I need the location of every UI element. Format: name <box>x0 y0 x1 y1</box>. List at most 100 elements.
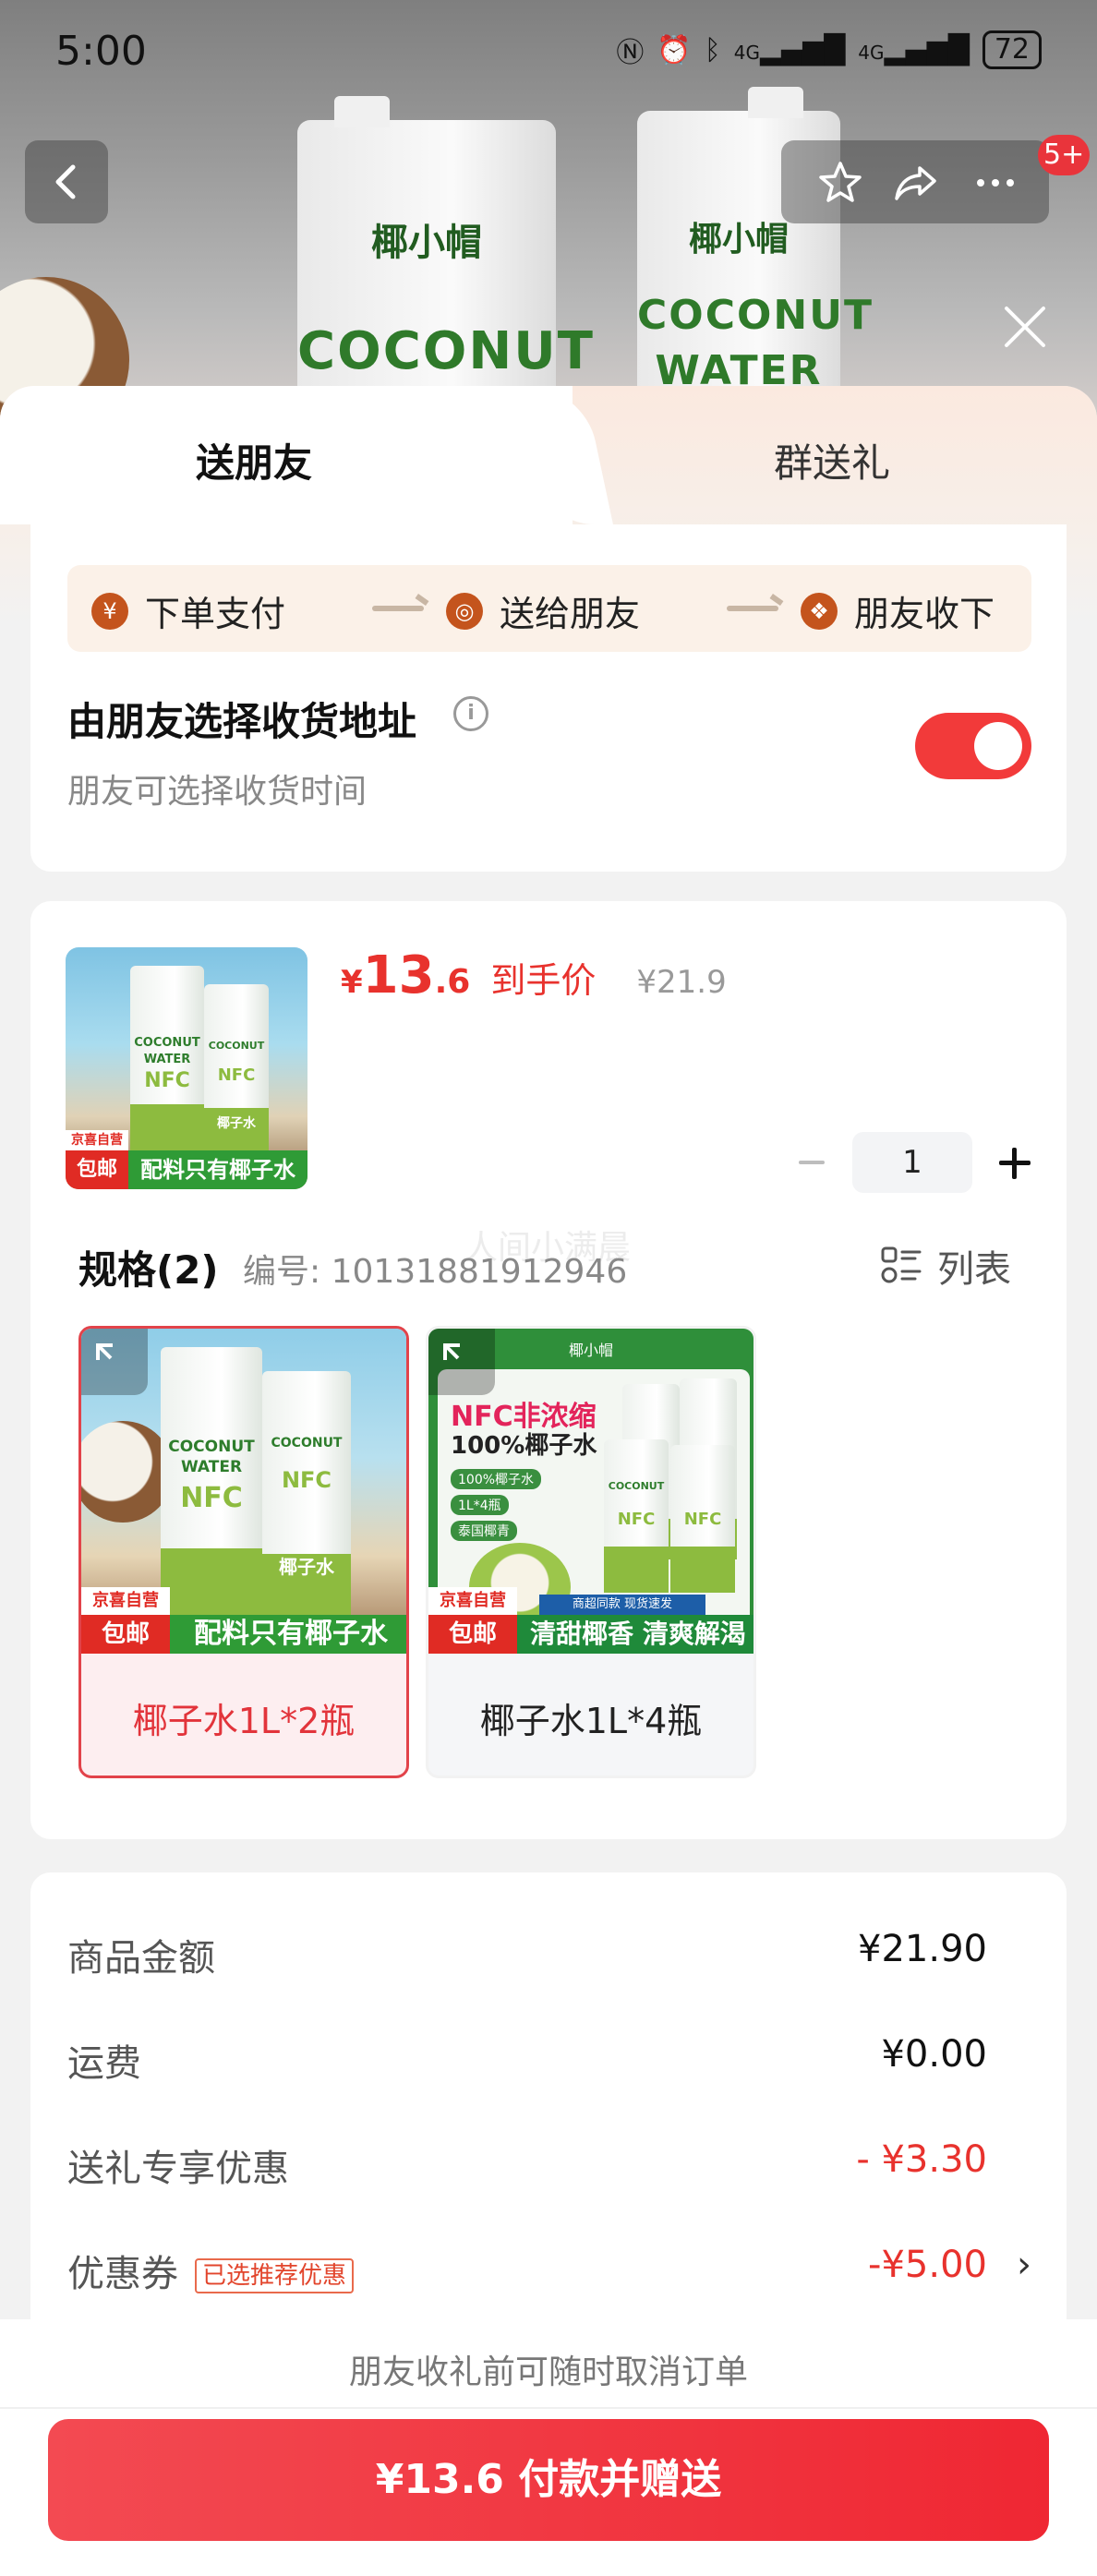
opt2-word-1: COCONUT <box>608 1480 665 1492</box>
opt2-carton-3: COCONUT NFC <box>604 1439 669 1593</box>
bluetooth-icon: ᛒ <box>704 33 721 66</box>
close-icon[interactable] <box>997 299 1053 355</box>
header-actions <box>781 140 1049 223</box>
thumb-word-2: WATER <box>143 1053 191 1066</box>
opt2-nfc: NFC <box>617 1510 656 1529</box>
opt1-word-1: COCONUT <box>168 1438 255 1456</box>
pay-and-gift-button[interactable]: ¥13.6 付款并赠送 <box>48 2419 1049 2541</box>
address-subtitle: 朋友可选择收货时间 <box>67 773 368 811</box>
opt2-feature-2: 1L*4瓶 <box>451 1495 509 1515</box>
price-decimal: .6 <box>434 963 471 1001</box>
subtotal-label: 商品金额 <box>67 1937 215 1980</box>
opt2-feature-3: 泰国椰青 <box>451 1521 517 1541</box>
wechat-icon: ◎ <box>446 592 483 630</box>
step-send: ◎ 送给朋友 <box>446 585 640 636</box>
price-summary-card: 商品金额 ¥21.90 运费 ¥0.00 送礼专享优惠 - ¥3.30 优惠券已… <box>30 1872 1067 2353</box>
backdrop-word: COCONUT <box>297 321 595 381</box>
divider <box>0 2407 1097 2409</box>
opt2-tag-top: 京喜自营 <box>428 1587 517 1615</box>
product-thumbnail[interactable]: COCONUT WATER NFC COCONUT NFC 椰子水 京喜自营 包… <box>66 947 307 1189</box>
price-row: ¥ 13 .6 到手价 ¥21.9 <box>341 945 727 1005</box>
opt2-headline-2: 100%椰子水 <box>451 1432 597 1460</box>
thumb-tag-top: 京喜自营 <box>66 1130 128 1150</box>
more-icon[interactable] <box>971 159 1019 207</box>
battery-indicator: 72 <box>982 30 1042 69</box>
back-button[interactable] <box>25 140 108 223</box>
price-label: 到手价 <box>490 960 597 1001</box>
expand-icon[interactable] <box>81 1329 148 1395</box>
shipping-label: 运费 <box>67 2042 141 2085</box>
coconut-shape-2 <box>81 1421 174 1523</box>
opt1-word-2: WATER <box>180 1458 243 1476</box>
option-label-2: 椰子水1L*4瓶 <box>479 1701 703 1741</box>
opt1-tag-top: 京喜自营 <box>81 1587 170 1615</box>
thumb-tag-bottom: 包邮 <box>66 1150 128 1189</box>
share-icon[interactable] <box>892 159 940 207</box>
spec-title: 规格(2) <box>78 1247 219 1293</box>
opt1-tag-bottom: 包邮 <box>81 1615 170 1654</box>
gift-discount-value: - ¥3.30 <box>856 2138 987 2181</box>
shipping-value: ¥0.00 <box>881 2033 987 2076</box>
quantity-value[interactable]: 1 <box>852 1132 972 1193</box>
status-time: 5:00 <box>55 28 147 75</box>
info-icon[interactable]: i <box>453 696 488 731</box>
message-badge: 5+ <box>1038 135 1091 175</box>
option-carton: COCONUT WATER NFC <box>161 1347 262 1615</box>
backdrop-brand: 椰小帽 <box>371 222 482 264</box>
alarm-icon: ⏰ <box>657 33 692 66</box>
gift-flow-card: ¥ 下单支付 ◎ 送给朋友 ❖ 朋友收下 由朋友选择收货地址 i 朋友可选择收货… <box>30 524 1067 872</box>
list-icon <box>881 1246 922 1283</box>
star-icon[interactable] <box>816 159 864 207</box>
signal-icon-2: 4G▂▄▆█ <box>858 33 970 66</box>
step-send-label: 送给朋友 <box>500 594 641 634</box>
spec-option-4-bottles[interactable]: 椰小帽 NFC非浓缩 100%椰子水 100%椰子水 1L*4瓶 泰国椰青 CO… <box>426 1326 756 1778</box>
address-title: 由朋友选择收货地址 <box>67 699 417 744</box>
option-carton-2: COCONUT NFC 椰子水 <box>262 1371 351 1615</box>
thumb-cn: 椰子水 <box>217 1116 256 1131</box>
tab-send-friend-label[interactable]: 送朋友 <box>196 432 312 488</box>
thumb-word-3: COCONUT <box>208 1040 265 1052</box>
gift-discount-label: 送礼专享优惠 <box>67 2148 289 2190</box>
expand-icon-2[interactable] <box>428 1329 495 1395</box>
opt1-banner: 配料只有椰子水 <box>170 1615 406 1654</box>
step-receive: ❖ 朋友收下 <box>801 585 995 636</box>
arrow-icon <box>372 606 424 611</box>
toggle-knob <box>974 722 1022 770</box>
opt1-nfc: NFC <box>180 1482 243 1514</box>
friend-address-toggle[interactable] <box>915 713 1031 779</box>
coupon-value: -¥5.00 <box>868 2244 987 2286</box>
opt2-feature-1: 100%椰子水 <box>451 1469 542 1489</box>
gift-steps: ¥ 下单支付 ◎ 送给朋友 ❖ 朋友收下 <box>67 565 1031 652</box>
thumb-carton: COCONUT WATER NFC <box>130 966 204 1150</box>
plus-button[interactable] <box>991 1139 1037 1186</box>
coupon-label-wrap: 优惠券 已选推荐优惠 <box>67 2244 355 2297</box>
option-label: 椰子水1L*2瓶 <box>132 1701 356 1741</box>
opt2-tag-bottom: 包邮 <box>428 1615 517 1654</box>
opt2-carton-4: NFC <box>670 1445 735 1593</box>
backdrop-word-2: COCONUT <box>637 292 874 339</box>
nfc-icon: Ⓝ <box>616 37 645 69</box>
opt1-nfc-2: NFC <box>281 1467 332 1493</box>
thumb-banner: 配料只有椰子水 <box>128 1150 307 1189</box>
quantity-stepper: 1 <box>788 1132 1037 1193</box>
thumb-nfc: NFC <box>144 1069 190 1092</box>
chevron-right-icon[interactable]: › <box>1017 2244 1031 2286</box>
spec-option-2-bottles[interactable]: COCONUT WATER NFC COCONUT NFC 椰子水 京喜自营 包… <box>78 1326 409 1778</box>
minus-button[interactable] <box>788 1139 834 1186</box>
step-pay-label: 下单支付 <box>145 594 286 634</box>
spec-code: 编号: 10131881912946 <box>243 1253 628 1291</box>
arrow-icon-2 <box>727 606 778 611</box>
step-receive-label: 朋友收下 <box>854 594 995 634</box>
original-price: ¥21.9 <box>636 964 727 1001</box>
thumb-nfc-2: NFC <box>217 1065 256 1085</box>
price-integer: 13 <box>362 945 435 1005</box>
bottom-bar: 朋友收礼前可随时取消订单 ¥13.6 付款并赠送 <box>0 2319 1097 2576</box>
opt2-banner: 清甜椰香 清爽解渴 <box>517 1615 753 1654</box>
tab-group-gift-label[interactable]: 群送礼 <box>774 432 890 488</box>
subtotal-value: ¥21.90 <box>858 1928 987 1970</box>
list-view-button[interactable]: 列表 <box>880 1239 1011 1293</box>
step-pay: ¥ 下单支付 <box>91 585 285 636</box>
status-icons: Ⓝ ⏰ ᛒ 4G▂▄▆█ 4G▂▄▆█ 72 <box>616 30 1042 70</box>
currency-symbol: ¥ <box>341 964 363 1001</box>
opt1-cn: 椰子水 <box>279 1556 334 1578</box>
